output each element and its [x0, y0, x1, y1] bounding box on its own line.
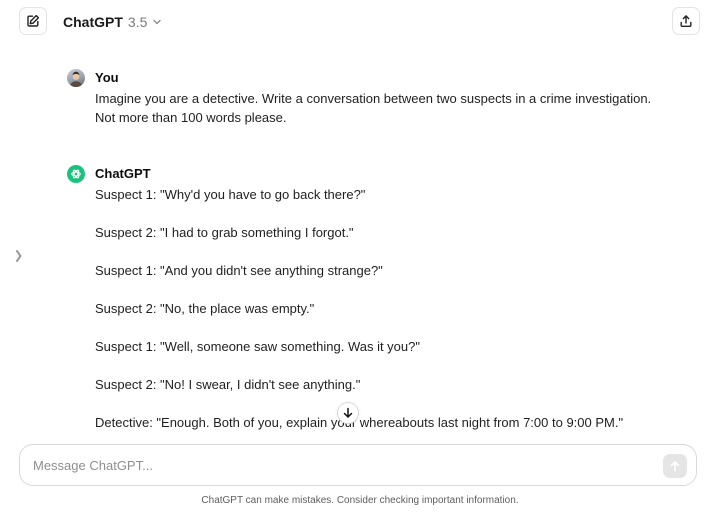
disclaimer-text: ChatGPT can make mistakes. Consider chec…: [201, 495, 519, 506]
dialogue-line: Suspect 1: "Well, someone saw something.…: [95, 339, 420, 354]
model-selector[interactable]: ChatGPT 3.5: [63, 13, 162, 31]
dialogue-line: Suspect 2: "No, the place was empty.": [95, 301, 315, 316]
dialogue-line: Suspect 2: "No! I swear, I didn't see an…: [95, 377, 361, 392]
dialogue-line: Suspect 1: "And you didn't see anything …: [95, 263, 383, 278]
dialogue-line: Suspect 2: "I had to grab something I fo…: [95, 225, 354, 240]
edit-square-icon: [27, 14, 40, 27]
top-bar: ChatGPT 3.5: [0, 0, 720, 44]
arrow-up-icon: [670, 461, 680, 472]
model-version: 3.5: [127, 14, 148, 30]
user-author-name: You: [95, 70, 119, 85]
user-message-line: Imagine you are a detective. Write a con…: [95, 91, 652, 106]
user-message-line: Not more than 100 words please.: [95, 110, 287, 125]
assistant-author-name: ChatGPT: [95, 166, 151, 181]
model-name: ChatGPT: [63, 14, 123, 30]
arrow-down-icon: [343, 407, 353, 418]
chevron-down-icon: [153, 19, 162, 25]
share-button[interactable]: [672, 7, 700, 35]
new-chat-button[interactable]: [19, 7, 47, 35]
user-avatar: [67, 69, 85, 87]
dialogue-line: Suspect 1: "Why'd you have to go back th…: [95, 187, 366, 202]
user-message-text: Imagine you are a detective. Write a con…: [95, 89, 665, 127]
assistant-message-text: Suspect 1: "Why'd you have to go back th…: [95, 185, 665, 432]
dialogue-line: Detective: "Enough. Both of you, explain…: [95, 415, 624, 430]
conversation-thread[interactable]: You Imagine you are a detective. Write a…: [0, 60, 720, 438]
chatgpt-logo-icon: [67, 165, 85, 183]
message-input[interactable]: [33, 455, 633, 475]
share-upload-icon: [680, 15, 692, 27]
send-button[interactable]: [663, 454, 687, 478]
message-composer: [19, 444, 697, 486]
scroll-to-bottom-button[interactable]: [337, 402, 359, 424]
